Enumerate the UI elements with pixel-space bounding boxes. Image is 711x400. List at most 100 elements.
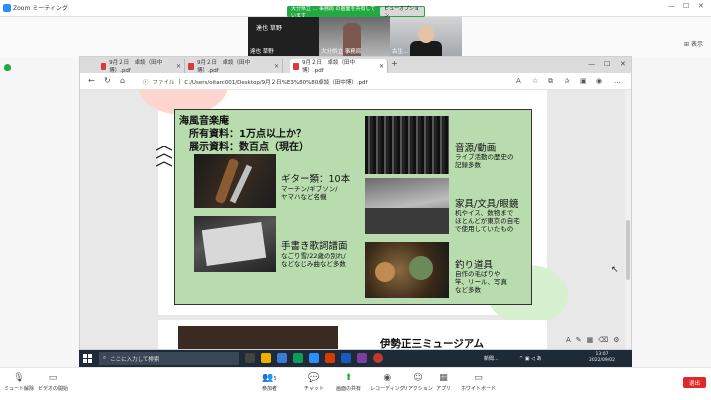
back-icon[interactable]: ← <box>88 76 95 85</box>
video-off-icon: ▭ <box>48 373 58 383</box>
close-tab-icon[interactable]: ✕ <box>274 63 279 70</box>
item-desc: ライブ活動の歴史の <box>455 153 514 161</box>
extensions-icon[interactable]: ⧉ <box>548 77 553 86</box>
slide-line: 展示資料：数百点（現在） <box>189 142 309 153</box>
home-icon[interactable]: ⌂ <box>120 76 125 85</box>
minimize-icon[interactable]: — <box>668 2 675 10</box>
chat-icon: 💬 <box>308 373 320 383</box>
eraser-icon[interactable]: ⌫ <box>598 336 608 344</box>
record-button[interactable]: ◉ レコーディング <box>370 373 405 392</box>
browser-minimize-icon[interactable]: — <box>588 60 595 68</box>
pdf-icon <box>101 62 107 70</box>
record-icon: ◉ <box>383 373 392 383</box>
reactions-icon: ☺ <box>413 373 423 383</box>
share-banner: 大分県立 ... 事務局 の画面を共有しています ビューオプション <box>287 6 425 19</box>
pdf-page: 海風音楽庵 所有資料：1万点以上か？ 展示資料：数百点（現在） ギター類：10本… <box>138 90 568 325</box>
favorites-list-icon[interactable]: ✰ <box>564 77 570 85</box>
mail-icon[interactable] <box>277 353 287 363</box>
news-widget[interactable]: 新聞... <box>484 355 499 362</box>
share-screen-button[interactable]: ⬆ 画面の共有 <box>336 373 361 392</box>
item-heading: 手書き歌詞譜面 <box>281 241 348 252</box>
item-desc: マーチン/ギブソン/ <box>281 185 338 193</box>
share-screen-icon: ⬆ <box>344 373 353 383</box>
view-options-button[interactable]: ビューオプション <box>380 6 424 19</box>
item-desc: などなじみ曲など多数 <box>281 260 346 268</box>
apps-icon: ▦ <box>439 373 448 383</box>
end-meeting-button[interactable]: 退出 <box>683 377 706 388</box>
pen-icon[interactable]: ✎ <box>576 336 582 344</box>
pdf-viewer[interactable]: 海風音楽庵 所有資料：1万点以上か？ 展示資料：数百点（現在） ギター類：10本… <box>80 90 631 349</box>
unmute-button[interactable]: 🎙 ミュート解除 <box>4 373 34 392</box>
edge-icon[interactable] <box>293 353 303 363</box>
item-heading: ギター類：10本 <box>281 174 351 185</box>
collections-icon[interactable]: ▣ <box>580 77 587 85</box>
museum-photo <box>178 326 338 349</box>
participant-tile[interactable]: 古生... <box>390 17 462 57</box>
reactions-button[interactable]: ☺ リアクション <box>403 373 433 392</box>
furniture-photo <box>365 178 449 234</box>
item-desc: ほとんどが東京の自宅 <box>455 217 520 225</box>
vertical-scrollbar[interactable] <box>625 90 631 349</box>
item-heading: 釣り道具 <box>455 260 494 271</box>
item-heading: 家具/文具/眼鏡 <box>455 199 519 210</box>
tray-icons[interactable]: ^ ▣ ◁ あ <box>519 355 542 362</box>
item-desc: など多数 <box>455 286 481 294</box>
participant-face <box>418 25 434 43</box>
favorite-icon[interactable]: ☆ <box>532 77 538 85</box>
item-desc: なごり雪/22歳の別れ/ <box>281 252 346 260</box>
close-tab-icon[interactable]: ✕ <box>379 63 384 70</box>
profile-icon[interactable]: ◉ <box>596 77 602 85</box>
item-desc: 机やイス、数物まで <box>455 209 514 217</box>
item-desc: 竿、リール、写真 <box>455 278 507 286</box>
security-shield-icon[interactable] <box>4 64 11 71</box>
zigzag-decoration <box>156 146 172 167</box>
zoom-window-title: Zoom ミーティング <box>3 3 68 12</box>
participant-tile[interactable]: 大分県立 事務局 <box>319 17 390 57</box>
more-icon[interactable]: … <box>614 77 621 85</box>
new-tab-icon[interactable]: + <box>391 59 398 68</box>
screenshot-icon[interactable]: ▦ <box>587 336 594 344</box>
browser-maximize-icon[interactable]: ☐ <box>604 60 610 68</box>
browser-close-icon[interactable]: ✕ <box>620 60 626 68</box>
participant-name: 大分県立 事務局 <box>321 49 362 55</box>
refresh-icon[interactable]: ↻ <box>104 76 111 85</box>
windows-taskbar: ⌕ ここに入力して検索 新聞... ^ ▣ ◁ あ 13:07 2022/09/… <box>79 350 632 367</box>
mouse-cursor-icon: ↖ <box>611 265 619 275</box>
participant-tile[interactable]: 達也 草野 達也 草野 <box>248 17 319 57</box>
close-tab-icon[interactable]: ✕ <box>176 63 181 70</box>
participants-button[interactable]: 👥5 参加者 <box>262 373 277 392</box>
browser-tab[interactable]: 9月２日 卓談（田中博）.pdf ✕ <box>98 59 185 74</box>
close-icon[interactable]: ✕ <box>698 2 704 10</box>
microphone-muted-icon: 🎙 <box>13 373 25 383</box>
maximize-icon[interactable]: ☐ <box>683 2 689 10</box>
explorer-icon[interactable] <box>261 353 271 363</box>
address-input[interactable]: ⓘ ファイル | C:/Users/oitarc001/Desktop/9月２日… <box>143 76 503 87</box>
windows-start-icon[interactable] <box>83 354 92 363</box>
scrollbar-thumb[interactable] <box>626 220 630 280</box>
read-aloud-icon[interactable]: A <box>516 77 521 85</box>
task-view-icon[interactable] <box>245 353 255 363</box>
taskbar-search[interactable]: ⌕ ここに入力して検索 <box>99 352 239 365</box>
system-clock[interactable]: 13:07 2022/09/02 <box>589 352 615 364</box>
settings-icon[interactable]: ⚙ <box>613 336 619 344</box>
view-button[interactable]: ⊞ 表示 <box>684 39 703 48</box>
chat-button[interactable]: 💬 チャット <box>304 373 324 392</box>
apps-button[interactable]: ▦ アプリ <box>436 373 451 392</box>
info-icon: ⓘ <box>143 79 149 86</box>
lyrics-photo <box>194 216 276 272</box>
item-desc: ヤマハなど名機 <box>281 193 327 201</box>
browser-tab[interactable]: 9月２日 卓談（田中博）.pdf ✕ <box>185 59 283 74</box>
zoom-toolbar: 🎙 ミュート解除 ▭ ビデオの開始 👥5 参加者 💬 チャット ⬆ 画面の共有 … <box>0 367 711 400</box>
text-icon[interactable]: A <box>566 336 571 344</box>
app-icon[interactable] <box>357 353 367 363</box>
zoom-app-icon[interactable] <box>309 353 319 363</box>
whiteboard-button[interactable]: ▭ ホワイトボード <box>461 373 496 392</box>
browser-tab-active[interactable]: 9月２日 卓談（田中博）.pdf ✕ <box>290 59 388 74</box>
participant-strip: 達也 草野 達也 草野 大分県立 事務局 古生... ⊞ 表示 <box>0 17 711 57</box>
chrome-icon[interactable] <box>373 353 383 363</box>
pdf-page: 伊勢正三ミュージアム <box>158 320 547 349</box>
word-icon[interactable] <box>341 353 351 363</box>
start-video-button[interactable]: ▭ ビデオの開始 <box>38 373 68 392</box>
powerpoint-icon[interactable] <box>325 353 335 363</box>
participant-video <box>410 41 442 57</box>
